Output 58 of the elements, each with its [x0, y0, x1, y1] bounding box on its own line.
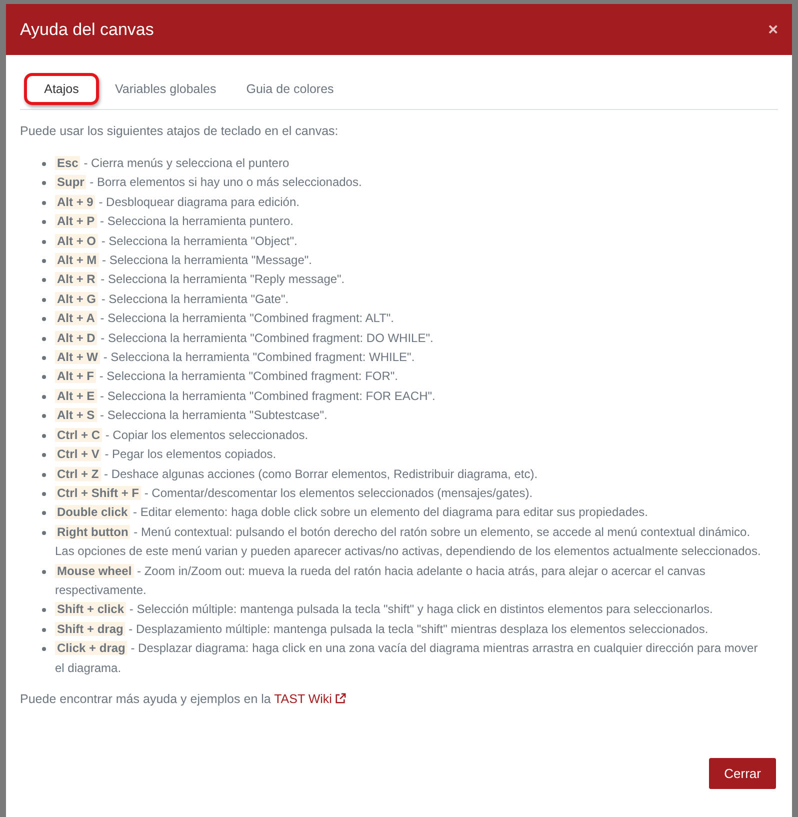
bullet-icon — [42, 628, 46, 632]
shortcut-description: Click + drag - Desplazar diagrama: haga click en una zona vacía del diagrama mientras arrastra en cualquier dirección para mover el diagrama. — [55, 640, 759, 677]
bullet-icon — [42, 647, 46, 652]
shortcut-description: Shift + click - Selección múltiple: mantenga pulsada la tecla "shift" y haga click en distintos elementos para seleccionarlos. — [55, 601, 714, 618]
intro-text: Puede usar los siguientes atajos de teclado en el canvas: — [20, 124, 340, 138]
bullet-icon — [42, 472, 46, 476]
dialog-title: Ayuda del canvas — [20, 20, 154, 40]
tab[interactable]: Atajos — [24, 73, 99, 105]
shortcut-description: Supr - Borra elementos si hay uno o más seleccionados. — [55, 174, 363, 192]
bullet-icon — [42, 511, 46, 516]
shortcut-description: Alt + W - Selecciona la herramienta "Combined fragment: WHILE". — [55, 349, 416, 366]
bullet-icon — [42, 200, 46, 205]
bullet-icon — [42, 298, 46, 302]
shortcut-description: Double click - Editar elemento: haga doble click sobre un elemento del diagrama para editar sus propiedades. — [55, 504, 649, 522]
wiki-link[interactable]: TAST Wiki — [274, 692, 346, 706]
bullet-icon — [42, 492, 46, 496]
shortcut-description: Alt + E - Selecciona la herramienta "Combined fragment: FOR EACH". — [55, 388, 436, 405]
bullet-icon — [42, 608, 46, 612]
shortcut-description: Alt + M - Selecciona la herramienta "Message". — [55, 252, 313, 270]
bullet-icon — [42, 181, 46, 186]
shortcut-description: Alt + O - Selecciona la herramienta "Object". — [55, 232, 298, 250]
shortcut-description: Alt + G - Selecciona la herramienta "Gate". — [55, 290, 290, 308]
bullet-icon — [42, 336, 46, 341]
tab[interactable]: Guia de colores — [232, 73, 348, 105]
shortcut-description: Alt + D - Selecciona la herramienta "Combined fragment: DO WHILE". — [55, 330, 434, 347]
shortcut-description: Ctrl + Z - Deshace algunas acciones (como Borrar elementos, Redistribuir diagrama, etc). — [55, 466, 539, 482]
shortcut-description: Alt + R - Selecciona la herramienta "Reply message". — [55, 271, 346, 288]
bullet-icon — [42, 375, 46, 380]
help-note: Puede encontrar más ayuda y ejemplos en la TAST Wiki — [20, 692, 778, 706]
shortcut-description: Alt + F - Selecciona la herramienta "Combined fragment: FOR". — [55, 368, 399, 386]
bullet-icon — [42, 356, 46, 360]
shortcut-description: Ctrl + Shift + F - Comentar/descomentar los elementos seleccionados (mensajes/gates). — [55, 484, 534, 502]
bullet-icon — [42, 453, 46, 458]
shortcut-description: Ctrl + V - Pegar los elementos copiados. — [55, 446, 278, 464]
bullet-icon — [42, 162, 46, 166]
bullet-icon — [42, 220, 46, 224]
shortcut-description: Shift + drag - Desplazamiento múltiple: mantenga pulsada la tecla "shift" mientras desplaza los elementos seleccionados. — [55, 620, 710, 638]
bullet-icon — [42, 434, 46, 438]
external-link-icon — [335, 692, 346, 704]
tab[interactable]: Variables globales — [101, 73, 230, 105]
shortcut-description: Esc - Cierra menús y selecciona el puntero — [55, 155, 290, 172]
bullet-icon — [42, 278, 46, 282]
shortcut-description: Mouse wheel - Zoom in/Zoom out: mueva la rueda del ratón hacia adelante o hacia atrás, para alejar o acercar el canvas respectivamente. — [55, 562, 706, 599]
close-dialog-button[interactable]: Cerrar — [709, 758, 776, 789]
shortcut-description: Alt + A - Selecciona la herramienta "Combined fragment: ALT". — [55, 310, 396, 328]
bullet-icon — [42, 259, 46, 264]
close-button[interactable]: × — [768, 20, 778, 40]
bullet-icon — [42, 570, 46, 574]
bullet-icon — [42, 240, 46, 244]
shortcut-description: Alt + 9 - Desbloquear diagrama para edición. — [55, 194, 300, 211]
shortcut-description: Alt + P - Selecciona la herramienta puntero. — [55, 213, 294, 230]
bullet-icon — [42, 317, 46, 322]
bullet-icon — [42, 394, 46, 399]
shortcut-description: Right button - Menú contextual: pulsando el botón derecho del ratón sobre un elemento, se accede al menú contextual dinámico. Las opciones de este menú varian y pueden aparecer activas/no activas, dependiendo de los elementos actualmente seleccionados. — [55, 524, 762, 560]
bullet-icon — [42, 530, 46, 535]
shortcut-description: Alt + S - Selecciona la herramienta "Subtestcase". — [55, 407, 328, 424]
bullet-icon — [42, 414, 46, 418]
shortcut-description: Ctrl + C - Copiar los elementos seleccionados. — [55, 426, 310, 444]
